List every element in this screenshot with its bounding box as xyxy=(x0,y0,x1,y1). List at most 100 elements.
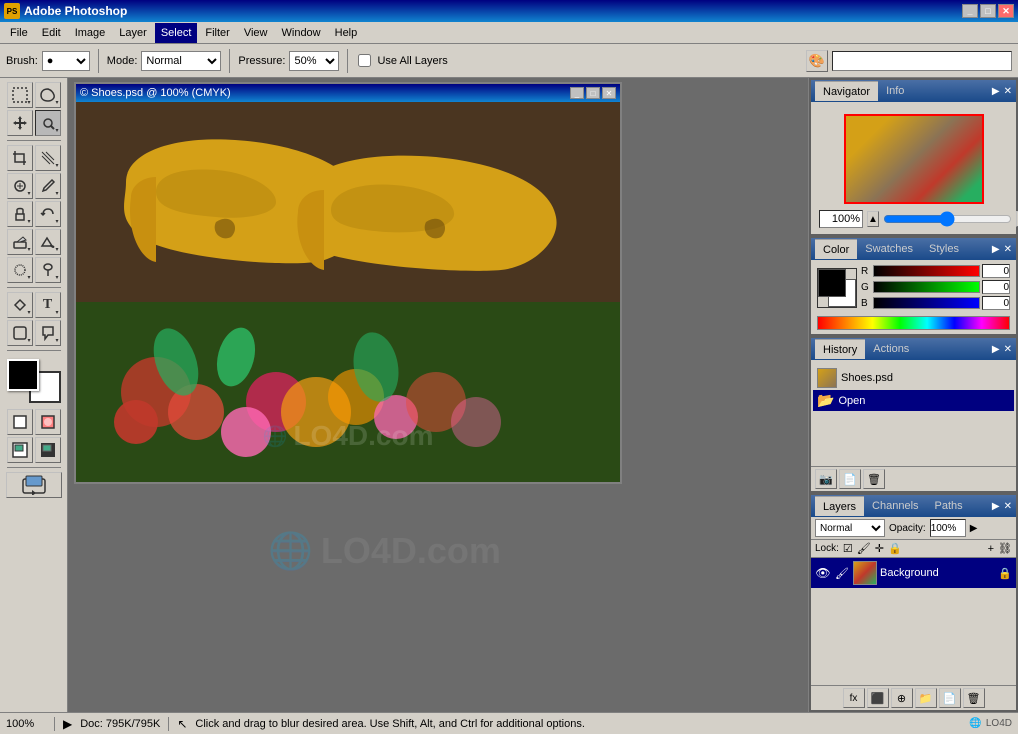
menu-window[interactable]: Window xyxy=(276,23,327,43)
history-snapshot-button[interactable]: 📷 xyxy=(815,469,837,489)
tool-quick-mask[interactable] xyxy=(35,409,61,435)
color-preview-box[interactable] xyxy=(817,268,857,308)
tool-healing[interactable]: ▾ xyxy=(7,173,33,199)
styles-tab[interactable]: Styles xyxy=(921,239,967,259)
menu-file[interactable]: File xyxy=(4,23,34,43)
tool-pen[interactable]: ▾ xyxy=(7,292,33,318)
layer-blend-mode-select[interactable]: Normal xyxy=(815,519,885,537)
document-image-container[interactable]: 🌐 LO4D.com xyxy=(76,102,620,482)
lock-position-icon[interactable]: ✛ xyxy=(875,542,884,555)
foreground-color[interactable] xyxy=(7,359,39,391)
opacity-input[interactable]: 100% xyxy=(930,519,966,537)
tool-marquee[interactable]: ▾ xyxy=(7,82,33,108)
navigator-zoom-input[interactable]: 100% xyxy=(819,210,863,228)
tool-brush[interactable]: ▾ xyxy=(35,173,61,199)
menu-edit[interactable]: Edit xyxy=(36,23,67,43)
layer-visibility-toggle[interactable]: 👁 xyxy=(815,565,831,581)
r-slider-track[interactable] xyxy=(873,265,980,277)
tool-blur[interactable]: ▾ xyxy=(7,257,33,283)
channels-tab[interactable]: Channels xyxy=(864,496,926,516)
doc-minimize-button[interactable]: _ xyxy=(570,87,584,99)
doc-close-button[interactable]: ✕ xyxy=(602,87,616,99)
use-all-layers-checkbox[interactable] xyxy=(358,54,371,67)
tool-stamp[interactable]: ▾ xyxy=(7,201,33,227)
tool-annotation[interactable]: ▾ xyxy=(35,320,61,346)
tool-magic-wand[interactable]: ▾ xyxy=(35,110,61,136)
tool-slice[interactable]: ▾ xyxy=(35,145,61,171)
history-item-shoes[interactable]: Shoes.psd xyxy=(813,366,1014,390)
history-close-button[interactable]: ✕ xyxy=(1004,344,1012,355)
navigator-close-button[interactable]: ✕ xyxy=(1004,86,1012,97)
g-slider-track[interactable] xyxy=(873,281,980,293)
mode-selector[interactable]: Normal xyxy=(141,51,221,71)
tool-jump-imageready[interactable] xyxy=(6,472,62,498)
tool-eraser[interactable]: ▾ xyxy=(7,229,33,255)
tool-dodge[interactable]: ▾ xyxy=(35,257,61,283)
tool-lasso[interactable]: ▾ xyxy=(35,82,61,108)
layer-delete-button[interactable]: 🗑 xyxy=(963,688,985,708)
navigator-tab[interactable]: Navigator xyxy=(815,81,878,101)
layer-adjustment-button[interactable]: ⊕ xyxy=(891,688,913,708)
tool-screen-mode-2[interactable] xyxy=(35,437,61,463)
layer-name[interactable]: Background xyxy=(880,567,995,579)
info-tab[interactable]: Info xyxy=(878,81,912,101)
history-item-open[interactable]: 📂 Open xyxy=(813,390,1014,411)
zoom-out-button[interactable]: ▲ xyxy=(867,211,879,227)
tool-shape[interactable]: ▾ xyxy=(7,320,33,346)
layer-mask-button[interactable]: ⬛ xyxy=(867,688,889,708)
close-button[interactable]: ✕ xyxy=(998,4,1014,18)
color-tab[interactable]: Color xyxy=(815,239,857,259)
tool-text[interactable]: T ▾ xyxy=(35,292,61,318)
tool-screen-mode-1[interactable] xyxy=(7,437,33,463)
layer-new-button[interactable]: 📄 xyxy=(939,688,961,708)
minimize-button[interactable]: _ xyxy=(962,4,978,18)
actions-tab[interactable]: Actions xyxy=(865,339,917,359)
color-selector[interactable] xyxy=(7,359,61,403)
menu-help[interactable]: Help xyxy=(329,23,364,43)
doc-restore-button[interactable]: □ xyxy=(586,87,600,99)
layer-group-button[interactable]: 📁 xyxy=(915,688,937,708)
history-new-button[interactable]: 📄 xyxy=(839,469,861,489)
zoom-slider[interactable] xyxy=(883,212,1012,226)
tool-history-brush[interactable]: ▾ xyxy=(35,201,61,227)
b-slider-track[interactable] xyxy=(873,297,980,309)
lock-all-icon[interactable]: 🔒 xyxy=(888,542,902,555)
layers-tab[interactable]: Layers xyxy=(815,496,864,516)
paths-tab[interactable]: Paths xyxy=(927,496,971,516)
foreground-color-box[interactable] xyxy=(818,269,846,297)
r-value-input[interactable]: 0 xyxy=(982,264,1010,278)
history-menu-arrow[interactable]: ▶ xyxy=(992,344,1000,355)
brush-selector[interactable]: ● xyxy=(42,51,90,71)
color-input[interactable] xyxy=(832,51,1012,71)
tool-standard-mode[interactable] xyxy=(7,409,33,435)
palette-button[interactable]: 🎨 xyxy=(806,50,828,72)
menu-select[interactable]: Select xyxy=(155,23,198,43)
b-value-input[interactable]: 0 xyxy=(982,296,1010,310)
history-delete-button[interactable]: 🗑 xyxy=(863,469,885,489)
menu-layer[interactable]: Layer xyxy=(113,23,153,43)
menu-image[interactable]: Image xyxy=(69,23,112,43)
layers-close-button[interactable]: ✕ xyxy=(1004,501,1012,512)
tool-separator-4 xyxy=(7,467,61,468)
color-menu-arrow[interactable]: ▶ xyxy=(992,244,1000,255)
lock-paint-icon[interactable]: 🖌 xyxy=(857,542,871,555)
layer-effects-button[interactable]: fx xyxy=(843,688,865,708)
navigator-preview[interactable] xyxy=(844,114,984,204)
restore-button[interactable]: □ xyxy=(980,4,996,18)
menu-view[interactable]: View xyxy=(238,23,274,43)
navigator-menu-arrow[interactable]: ▶ xyxy=(992,86,1000,97)
opacity-arrow[interactable]: ▶ xyxy=(970,523,978,534)
color-spectrum[interactable] xyxy=(817,316,1010,330)
menu-filter[interactable]: Filter xyxy=(199,23,235,43)
color-close-button[interactable]: ✕ xyxy=(1004,244,1012,255)
tool-fill[interactable]: ▾ xyxy=(35,229,61,255)
g-value-input[interactable]: 0 xyxy=(982,280,1010,294)
layer-background[interactable]: 👁 🖌 Background 🔒 xyxy=(811,558,1016,588)
layers-menu-arrow[interactable]: ▶ xyxy=(992,501,1000,512)
tool-move[interactable] xyxy=(7,110,33,136)
lock-transparency-icon[interactable]: ☑ xyxy=(843,542,853,555)
history-tab[interactable]: History xyxy=(815,339,865,359)
tool-crop[interactable] xyxy=(7,145,33,171)
swatches-tab[interactable]: Swatches xyxy=(857,239,921,259)
pressure-selector[interactable]: 50% xyxy=(289,51,339,71)
